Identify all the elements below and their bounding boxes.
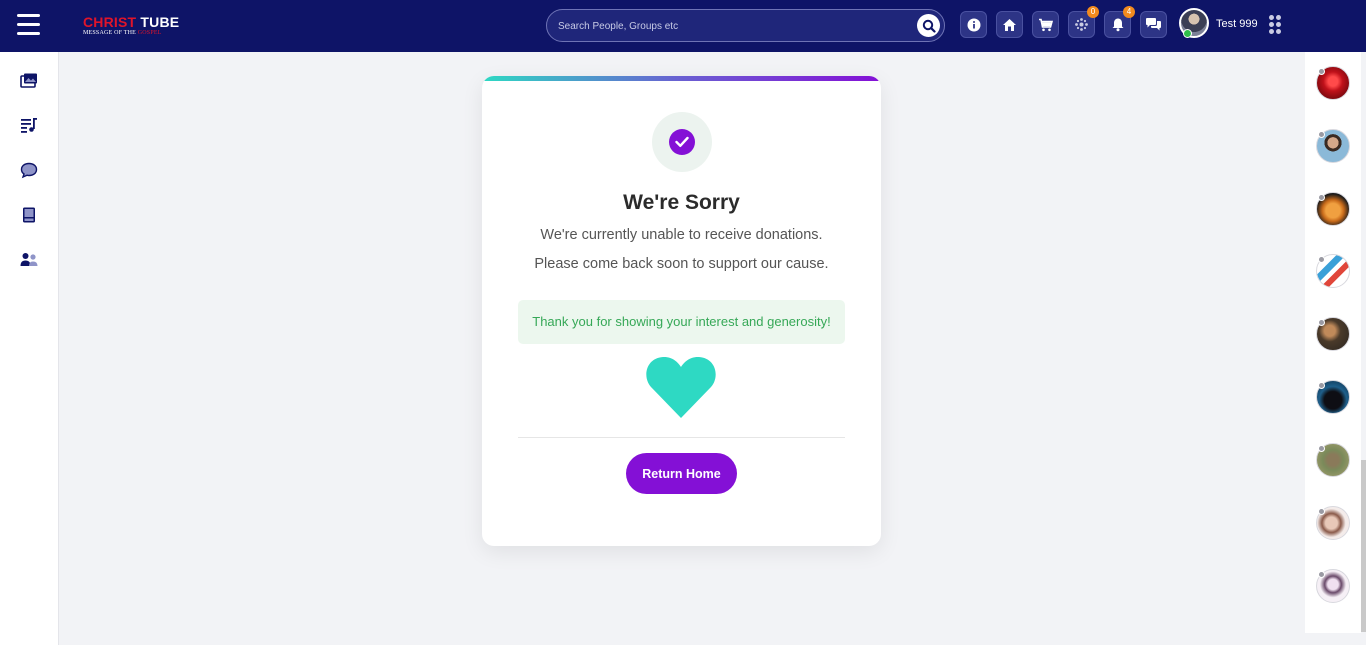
cart-button[interactable]	[1032, 11, 1059, 38]
friend-avatar[interactable]	[1316, 569, 1350, 603]
gallery-icon	[20, 73, 37, 88]
left-sidebar	[0, 52, 59, 645]
notifications-badge: 4	[1123, 6, 1135, 18]
friend-avatar[interactable]	[1316, 443, 1350, 477]
status-circle	[652, 112, 712, 172]
status-dot	[1318, 445, 1325, 452]
check-icon	[669, 129, 695, 155]
messages-button[interactable]	[1140, 11, 1167, 38]
logo-word-tube: TUBE	[140, 14, 180, 30]
heart-icon	[646, 356, 716, 418]
status-dot	[1318, 508, 1325, 515]
messages-icon	[1146, 18, 1161, 31]
friends-badge: 0	[1087, 6, 1099, 18]
user-avatar[interactable]	[1179, 8, 1209, 38]
status-dot	[1318, 68, 1325, 75]
menu-icon[interactable]	[17, 14, 40, 36]
card-accent-bar	[482, 76, 881, 81]
friend-avatar[interactable]	[1316, 254, 1350, 288]
friends-sidebar	[1305, 52, 1361, 633]
notifications-button[interactable]: 4	[1104, 6, 1135, 38]
friend-requests-button[interactable]: 0	[1068, 6, 1099, 38]
sidebar-item-users[interactable]	[20, 251, 38, 269]
thanks-notice: Thank you for showing your interest and …	[518, 300, 845, 344]
status-dot	[1318, 256, 1325, 263]
sidebar-item-gallery[interactable]	[20, 72, 38, 90]
search-input[interactable]	[558, 17, 908, 35]
donation-unavailable-card: We're Sorry We're currently unable to re…	[482, 76, 881, 546]
friend-avatar[interactable]	[1316, 317, 1350, 351]
search-icon	[922, 19, 936, 33]
search-button[interactable]	[917, 14, 940, 37]
status-dot	[1318, 571, 1325, 578]
tablet-icon	[23, 207, 35, 223]
chat-icon	[20, 162, 38, 179]
search-bar	[546, 9, 945, 42]
status-dot	[1318, 194, 1325, 201]
online-status-dot	[1183, 29, 1192, 38]
message-line-2: Please come back soon to support our cau…	[534, 256, 829, 272]
status-dot	[1318, 319, 1325, 326]
friend-avatar[interactable]	[1316, 506, 1350, 540]
friend-avatar[interactable]	[1316, 66, 1350, 100]
bell-icon	[1112, 18, 1123, 32]
return-home-button[interactable]: Return Home	[626, 453, 737, 494]
status-dot	[1318, 382, 1325, 389]
apps-grid-icon[interactable]	[1269, 15, 1281, 34]
users-icon	[20, 253, 38, 266]
friends-icon	[1075, 18, 1088, 31]
card-title: We're Sorry	[623, 191, 740, 214]
playlist-icon	[21, 118, 37, 133]
status-dot	[1318, 131, 1325, 138]
sidebar-item-playlist[interactable]	[20, 116, 38, 134]
site-logo[interactable]: CHRIST TUBE MESSAGE OF THE GOSPEL	[83, 15, 183, 39]
friend-avatar[interactable]	[1316, 129, 1350, 163]
friend-avatar[interactable]	[1316, 192, 1350, 226]
home-icon	[1003, 18, 1016, 31]
card-divider	[518, 437, 845, 438]
logo-tagline: MESSAGE OF THE GOSPEL	[83, 30, 162, 36]
info-icon	[967, 18, 980, 31]
sidebar-item-tablet[interactable]	[20, 206, 38, 224]
sidebar-item-chat[interactable]	[20, 161, 38, 179]
logo-word-christ: CHRIST	[83, 14, 137, 30]
home-button[interactable]	[996, 11, 1023, 38]
top-navbar: CHRIST TUBE MESSAGE OF THE GOSPEL Search…	[0, 0, 1366, 52]
info-button[interactable]	[960, 11, 987, 38]
friend-avatar[interactable]	[1316, 380, 1350, 414]
cart-icon	[1039, 18, 1053, 31]
message-line-1: We're currently unable to receive donati…	[540, 227, 823, 243]
user-name[interactable]: Test 999	[1216, 18, 1258, 30]
scrollbar-thumb[interactable]	[1361, 460, 1366, 632]
